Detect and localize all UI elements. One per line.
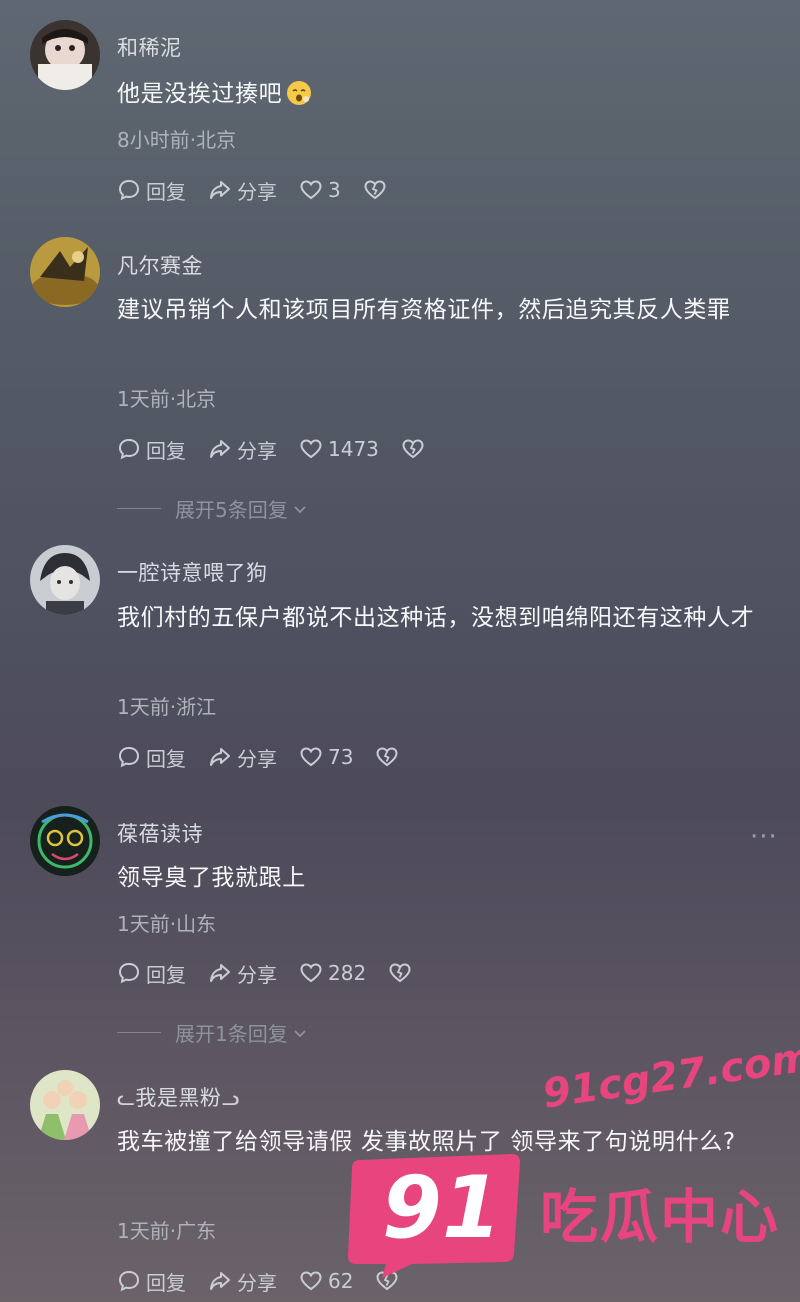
username-decoration-left-icon: ᓚ [117,1086,136,1110]
like-button[interactable]: 1473 [299,437,379,461]
like-button[interactable]: 282 [299,961,366,985]
share-arrow-icon [210,964,230,982]
share-button[interactable]: 分享 [208,176,277,205]
avatar[interactable] [30,20,100,90]
comment-meta: 1天前·山东 [117,912,217,936]
watermark-url: 91cg27.com [540,1034,800,1118]
heart-icon [300,1271,322,1291]
comment-meta: 8小时前·北京 [117,128,237,152]
expand-divider [117,1032,161,1033]
username-text: 我是黑粉 [135,1086,222,1110]
comment-actions: 回复 分享 73 [117,742,421,772]
reply-button[interactable]: 回复 [117,1267,186,1296]
comment-bubble-icon [118,962,140,984]
comment-bubble-icon [118,746,140,768]
reply-button[interactable]: 回复 [117,176,186,205]
heart-icon [300,180,322,200]
reply-button[interactable]: 回复 [117,959,186,988]
like-count: 282 [328,961,367,985]
username[interactable]: 和稀泥 [117,32,182,62]
dislike-button[interactable] [375,745,399,769]
watermark-number: 91 [382,1158,502,1258]
username[interactable]: 葆蓓读诗 [117,818,203,848]
chevron-down-icon [294,1029,306,1037]
comment-text: 我们村的五保户都说不出这种话，没想到咱绵阳还有这种人才 [117,605,755,631]
avatar-image [30,20,100,90]
username-decoration-right-icon: ᓗ [221,1086,240,1110]
share-label: 分享 [237,1270,277,1295]
avatar[interactable] [30,1070,100,1140]
share-button[interactable]: 分享 [208,743,277,772]
share-arrow-icon [210,1272,230,1290]
reply-label: 回复 [146,962,186,987]
share-arrow-icon [210,440,230,458]
share-button[interactable]: 分享 [208,1267,277,1296]
share-arrow-icon [210,748,230,766]
username[interactable]: ᓚ我是黑粉ᓗ [117,1082,240,1112]
share-label: 分享 [237,179,277,204]
comment-actions: 回复 分享 3 [117,175,409,205]
avatar[interactable] [30,806,100,876]
comment-actions: 回复 分享 282 [117,958,434,988]
dislike-button[interactable] [363,178,387,202]
comment-bubble-icon [118,179,140,201]
avatar-image [30,806,100,876]
watermark-brand: 吃瓜中心 [540,1183,781,1251]
heart-icon [300,963,322,983]
more-options-button[interactable]: ··· [750,822,778,852]
expand-replies-button[interactable]: 展开1条回复 [117,1018,308,1047]
like-button[interactable]: 3 [299,178,341,202]
heart-icon [300,747,322,767]
reply-label: 回复 [146,438,186,463]
dislike-button[interactable] [388,961,412,985]
like-count: 73 [328,745,354,769]
broken-heart-icon [364,180,386,200]
comment-bubble-icon [118,438,140,460]
share-label: 分享 [237,746,277,771]
share-button[interactable]: 分享 [208,435,277,464]
reply-label: 回复 [146,746,186,771]
share-button[interactable]: 分享 [208,959,277,988]
comment-actions: 回复 分享 1473 [117,434,447,464]
reply-button[interactable]: 回复 [117,435,186,464]
comment-text-content: 他是没挨过揍吧 [117,81,283,107]
like-count: 1473 [328,437,379,461]
avatar-image [30,237,100,307]
dislike-button[interactable] [401,437,425,461]
broken-heart-icon [389,963,411,983]
broken-heart-icon [376,747,398,767]
comment-meta: 1天前·广东 [117,1219,217,1243]
broken-heart-icon [402,439,424,459]
expand-replies-label: 展开5条回复 [175,498,288,522]
comment-meta: 1天前·浙江 [117,695,217,719]
heart-icon [300,439,322,459]
like-count: 3 [328,178,341,202]
comment-meta: 1天前·北京 [117,387,217,411]
like-button[interactable]: 73 [299,745,353,769]
username[interactable]: 一腔诗意喂了狗 [117,557,268,587]
expand-replies-button[interactable]: 展开5条回复 [117,494,308,523]
comment-bubble-icon [118,1270,140,1292]
reply-label: 回复 [146,1270,186,1295]
expand-divider [117,508,161,509]
username[interactable]: 凡尔赛金 [117,250,203,280]
comment-text: 建议吊销个人和该项目所有资格证件，然后追究其反人类罪 [117,297,731,323]
avatar[interactable] [30,545,100,615]
avatar-image [30,1070,100,1140]
avatar[interactable] [30,237,100,307]
expand-replies-label: 展开1条回复 [175,1022,288,1046]
chevron-down-icon [294,505,306,513]
share-label: 分享 [237,962,277,987]
share-label: 分享 [237,438,277,463]
comment-text: 他是没挨过揍吧 [117,72,777,116]
share-arrow-icon [210,181,230,199]
reply-button[interactable]: 回复 [117,743,186,772]
reply-label: 回复 [146,179,186,204]
comment-text: 领导臭了我就跟上 [117,865,306,891]
avatar-image [30,545,100,615]
yawn-emoji-icon [287,81,312,105]
